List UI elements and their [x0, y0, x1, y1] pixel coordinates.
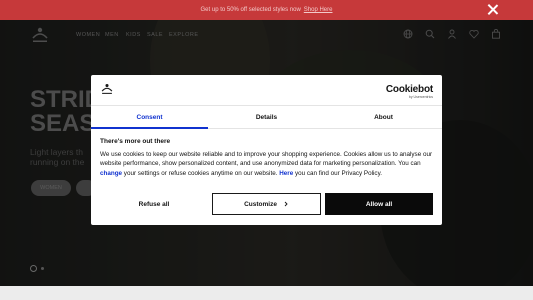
body-text-1: We use cookies to keep our website relia… — [100, 151, 433, 168]
promo-text: Get up to 50% off selected styles now — [200, 7, 301, 13]
cookiebot-name: Cookiebot — [385, 84, 433, 95]
allow-all-label: Allow all — [365, 200, 393, 208]
cookie-consent-dialog: Cookiebot by Usercentrics Consent Detail… — [91, 75, 442, 225]
customize-label: Customize — [244, 200, 277, 208]
tab-consent[interactable]: Consent — [91, 106, 208, 129]
privacy-policy-link[interactable]: Here — [279, 170, 293, 177]
promo-bar: Get up to 50% off selected styles now Sh… — [0, 0, 533, 20]
dialog-body: We use cookies to keep our website relia… — [100, 150, 434, 178]
chevron-right-icon — [284, 201, 288, 207]
change-settings-link[interactable]: change — [100, 170, 122, 177]
refuse-all-button[interactable]: Refuse all — [100, 193, 208, 215]
cookiebot-logo: Cookiebot by Usercentrics — [386, 84, 433, 99]
dialog-heading: There's more out there — [100, 138, 171, 145]
refuse-all-label: Refuse all — [138, 200, 170, 208]
allow-all-button[interactable]: Allow all — [325, 193, 433, 215]
promo-link[interactable]: Shop Here — [304, 7, 333, 13]
brand-logo — [101, 83, 113, 94]
customize-button[interactable]: Customize — [212, 193, 321, 215]
tab-details[interactable]: Details — [208, 106, 325, 128]
consent-tabs: Consent Details About — [91, 105, 442, 129]
page-bottom-strip — [0, 286, 533, 300]
body-text-3: you can find our Privacy Policy. — [293, 169, 382, 177]
tab-about[interactable]: About — [325, 106, 442, 128]
cookiebot-byline: by Usercentrics — [408, 95, 433, 99]
close-icon[interactable] — [486, 3, 499, 16]
body-text-2: your settings or refuse cookies anytime … — [122, 169, 280, 177]
